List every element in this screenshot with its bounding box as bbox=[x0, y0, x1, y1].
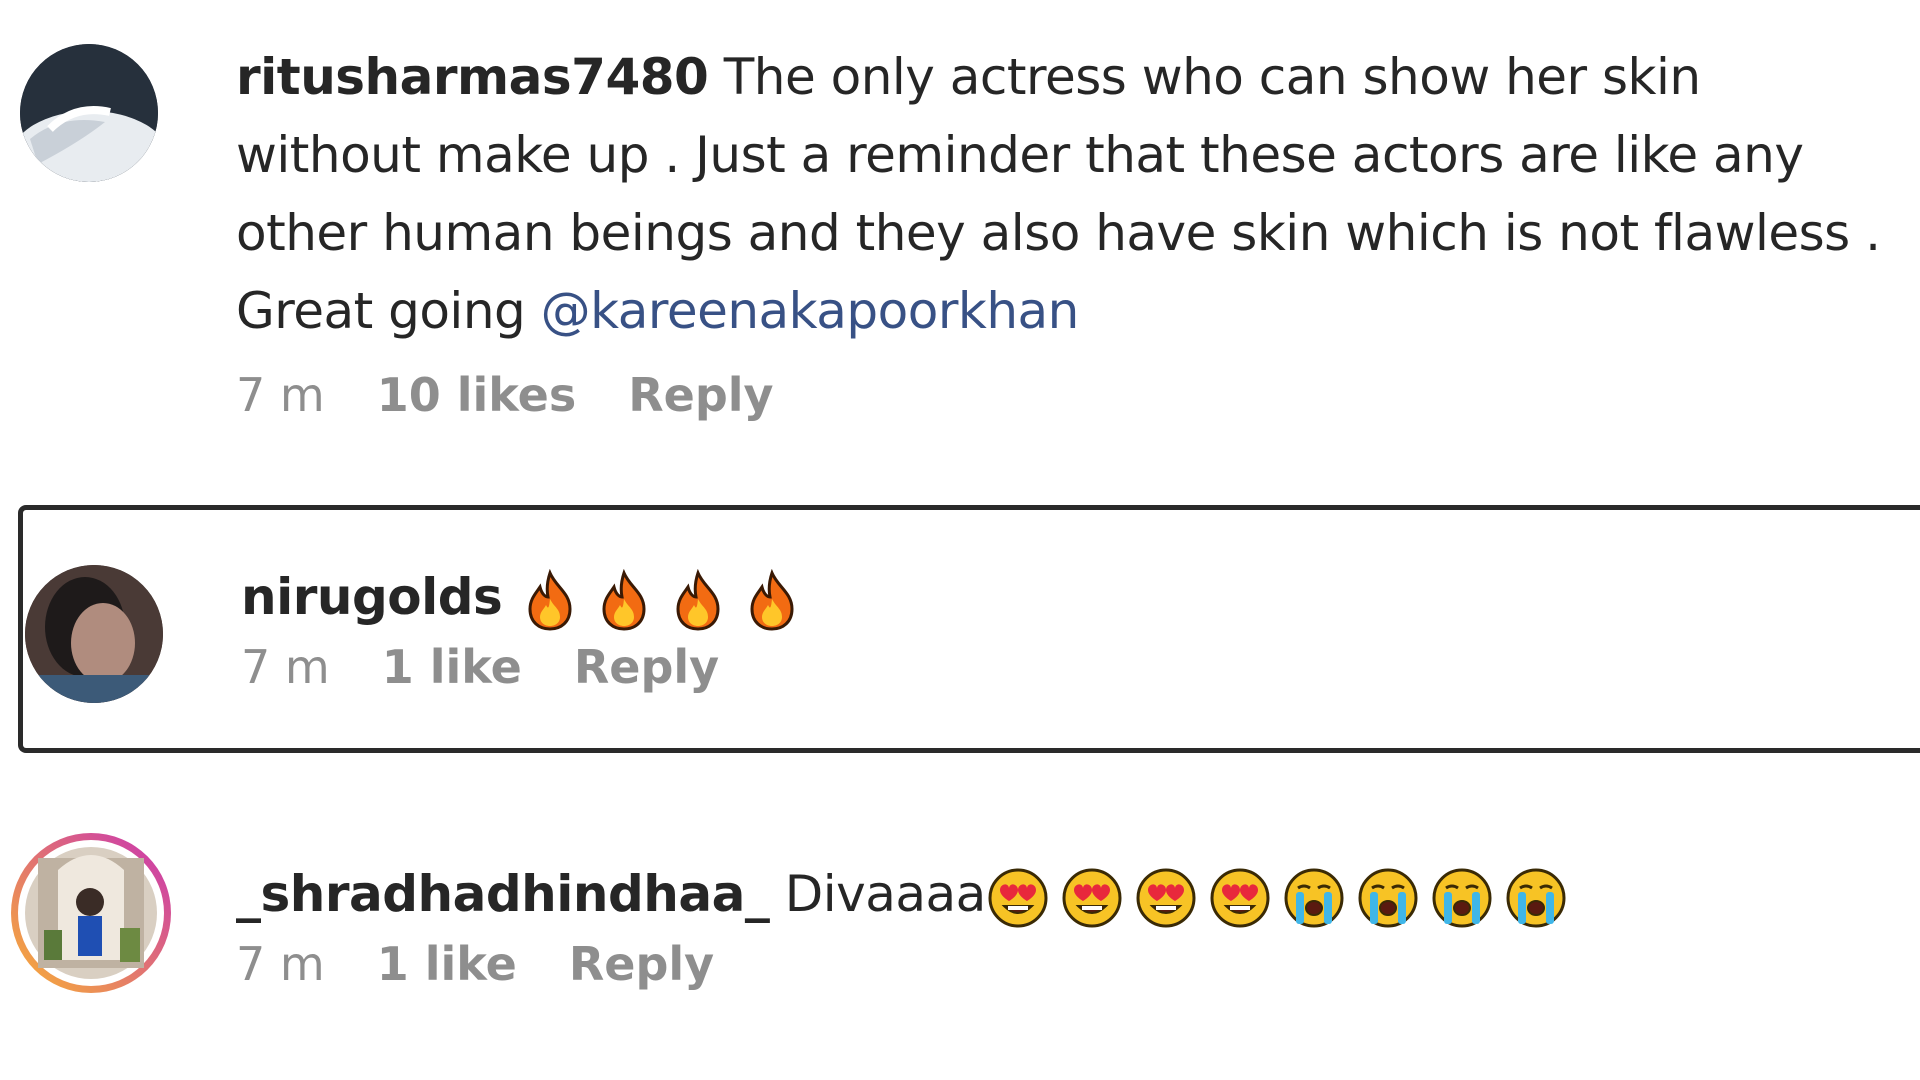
comment-meta: 7 m 1 like Reply bbox=[236, 937, 1900, 991]
comment-body: _shradhadhindhaa_ Divaaaa 7 m 1 like Rep… bbox=[236, 855, 1900, 991]
reply-button[interactable]: Reply bbox=[574, 640, 719, 694]
comment-username[interactable]: _shradhadhindhaa_ bbox=[236, 865, 770, 923]
comment-likes[interactable]: 10 likes bbox=[377, 368, 577, 422]
comment-list: ritusharmas7480 The only actress who can… bbox=[0, 0, 1920, 1080]
reply-button[interactable]: Reply bbox=[628, 368, 773, 422]
avatar-story-ring[interactable] bbox=[8, 830, 174, 996]
comment-item-highlighted: nirugolds 7 m 1 like Reply bbox=[18, 505, 1920, 753]
comment-meta: 7 m 1 like Reply bbox=[241, 640, 1900, 694]
reply-button[interactable]: Reply bbox=[569, 937, 714, 991]
comment-text: ritusharmas7480 The only actress who can… bbox=[236, 38, 1900, 350]
crying-face-icon bbox=[1284, 868, 1344, 927]
fire-icon bbox=[528, 568, 572, 631]
crying-face-icon bbox=[1506, 868, 1566, 927]
comment-likes[interactable]: 1 like bbox=[382, 640, 522, 694]
comment-item: _shradhadhindhaa_ Divaaaa 7 m 1 like Rep… bbox=[0, 820, 1920, 1070]
fire-icon bbox=[602, 568, 646, 631]
comment-message: Divaaaa bbox=[784, 865, 987, 923]
emoji-group bbox=[986, 865, 1578, 927]
fire-icon bbox=[676, 568, 720, 631]
comment-body: nirugolds 7 m 1 like Reply bbox=[241, 558, 1900, 694]
heart-eyes-icon bbox=[1210, 868, 1270, 927]
crying-face-icon bbox=[1432, 868, 1492, 927]
heart-eyes-icon bbox=[1136, 868, 1196, 927]
heart-eyes-icon bbox=[988, 868, 1048, 927]
crying-face-icon bbox=[1358, 868, 1418, 927]
comment-time: 7 m bbox=[236, 368, 325, 422]
avatar[interactable] bbox=[20, 44, 158, 182]
heart-eyes-icon bbox=[1062, 868, 1122, 927]
fire-icon bbox=[750, 568, 794, 631]
comment-username[interactable]: ritusharmas7480 bbox=[236, 48, 709, 106]
avatar[interactable] bbox=[25, 565, 163, 703]
comment-likes[interactable]: 1 like bbox=[377, 937, 517, 991]
avatar-image bbox=[11, 833, 171, 993]
avatar-image bbox=[25, 565, 163, 703]
comment-time: 7 m bbox=[241, 640, 330, 694]
comment-time: 7 m bbox=[236, 937, 325, 991]
comment-text: _shradhadhindhaa_ Divaaaa bbox=[236, 855, 1900, 933]
comment-item: ritusharmas7480 The only actress who can… bbox=[0, 30, 1920, 430]
comment-body: ritusharmas7480 The only actress who can… bbox=[236, 38, 1900, 422]
comment-text: nirugolds bbox=[241, 558, 1900, 636]
comment-username[interactable]: nirugolds bbox=[241, 568, 503, 626]
avatar-image bbox=[20, 44, 158, 182]
comment-meta: 7 m 10 likes Reply bbox=[236, 368, 1900, 422]
mention-link[interactable]: @kareenakapoorkhan bbox=[541, 282, 1080, 340]
emoji-group bbox=[518, 568, 814, 631]
